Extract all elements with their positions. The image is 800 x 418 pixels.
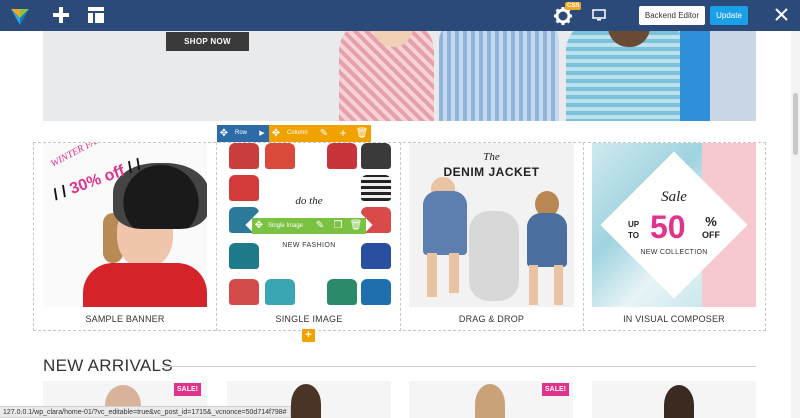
clone-icon[interactable]: ❐	[331, 218, 345, 234]
sweater-swatch	[229, 143, 259, 169]
sweater-swatch	[361, 243, 391, 269]
tile-caption: SINGLE IMAGE	[275, 314, 343, 324]
sale-badge: SALE!	[174, 383, 201, 396]
row-controls[interactable]: ✥ Row ▶	[217, 125, 269, 142]
tile-caption: DRAG & DROP	[458, 314, 525, 324]
tile-caption: SAMPLE BANNER	[85, 314, 165, 324]
single-image-controls[interactable]: ✥ Single Image ✎ ❐ 🗑	[252, 218, 366, 234]
girl-leg	[449, 253, 459, 293]
the-text: The	[483, 151, 500, 163]
move-icon[interactable]: ✥	[269, 125, 283, 142]
do-the-text: do the	[295, 195, 323, 207]
status-url: 127.0.0.1/wp_clara/home-01/?vc_editable=…	[0, 406, 291, 418]
tile-caption: IN VISUAL COMPOSER	[623, 314, 725, 324]
sweater-swatch	[361, 143, 391, 169]
sweater-swatch	[229, 279, 259, 305]
column-controls[interactable]: ✥ Column ✎ + 🗑	[269, 125, 371, 142]
edit-pencil-icon[interactable]: ✎	[313, 218, 327, 234]
hero-banner-image	[43, 31, 756, 121]
hero-blue-stripe	[680, 31, 710, 121]
sale-text: Sale	[661, 189, 687, 205]
add-element-below-button[interactable]: +	[302, 329, 315, 342]
section-divider	[162, 366, 756, 367]
column-label: Column	[287, 130, 308, 136]
sweater-swatch	[361, 175, 391, 201]
product-model	[475, 384, 505, 418]
templates-icon[interactable]	[87, 6, 105, 24]
edit-pencil-icon[interactable]: ✎	[317, 125, 331, 142]
editor-toolbar: CSS Backend Editor Update	[0, 0, 800, 31]
hero-child-blue	[439, 31, 559, 121]
sweater-swatch	[265, 143, 295, 169]
girl-denim-jacket	[527, 213, 567, 267]
sample-banner-image[interactable]: WINTER FASHION / / 30% off / /	[43, 143, 207, 307]
new-collection-text: NEW COLLECTION	[640, 249, 708, 256]
backend-editor-button[interactable]: Backend Editor	[639, 6, 705, 25]
row-label: Row	[235, 130, 248, 136]
trash-icon[interactable]: 🗑	[349, 218, 363, 234]
girl-denim-jacket	[423, 191, 467, 255]
up-to-text: UP TO	[628, 220, 639, 240]
product-card[interactable]	[592, 381, 756, 418]
add-element-icon[interactable]	[52, 6, 70, 24]
scrollbar-track[interactable]	[791, 31, 800, 418]
off-text: OFF	[702, 230, 720, 240]
girl-leg	[554, 265, 563, 305]
sweater-swatch	[327, 279, 357, 305]
sweater-swatch	[229, 243, 259, 269]
shop-now-button[interactable]: SHOP NOW	[166, 32, 249, 51]
update-button[interactable]: Update	[710, 6, 748, 25]
product-model	[664, 385, 694, 418]
model-red-coat	[83, 263, 207, 307]
girl-leg	[427, 253, 437, 297]
trash-icon[interactable]: 🗑	[355, 125, 369, 142]
chevron-right-icon[interactable]: ▶	[255, 125, 269, 142]
girl-leg	[529, 265, 538, 305]
scrollbar-thumb[interactable]	[793, 93, 798, 155]
sale-badge: SALE!	[542, 383, 569, 396]
percent-off-text: % OFF	[702, 214, 720, 241]
sweater-swatch	[361, 279, 391, 305]
single-image-label: Single Image	[268, 223, 304, 229]
visual-composer-logo-icon[interactable]	[9, 5, 31, 27]
sweater-swatch	[265, 279, 295, 305]
denim-jacket-text: DENIM JACKET	[443, 165, 540, 179]
sweater-swatch	[327, 143, 357, 169]
visual-composer-sale-image[interactable]: Sale UP TO 50 % OFF NEW COLLECTION	[592, 143, 756, 307]
add-icon[interactable]: +	[336, 125, 350, 142]
fifty-text: 50	[650, 209, 686, 245]
product-model	[291, 384, 321, 418]
section-title: NEW ARRIVALS	[43, 356, 173, 375]
percent-sign: %	[705, 214, 717, 229]
move-icon[interactable]: ✥	[217, 125, 231, 142]
sweater-swatch	[229, 175, 259, 201]
drag-drop-image[interactable]: The DENIM JACKET	[409, 143, 574, 307]
new-fashion-text: NEW FASHION	[282, 242, 336, 249]
move-icon[interactable]: ✥	[252, 218, 266, 234]
close-icon[interactable]	[775, 8, 788, 21]
responsive-preview-icon[interactable]	[592, 9, 606, 21]
css-badge: CSS	[565, 2, 582, 10]
shadow-shape	[469, 211, 519, 301]
